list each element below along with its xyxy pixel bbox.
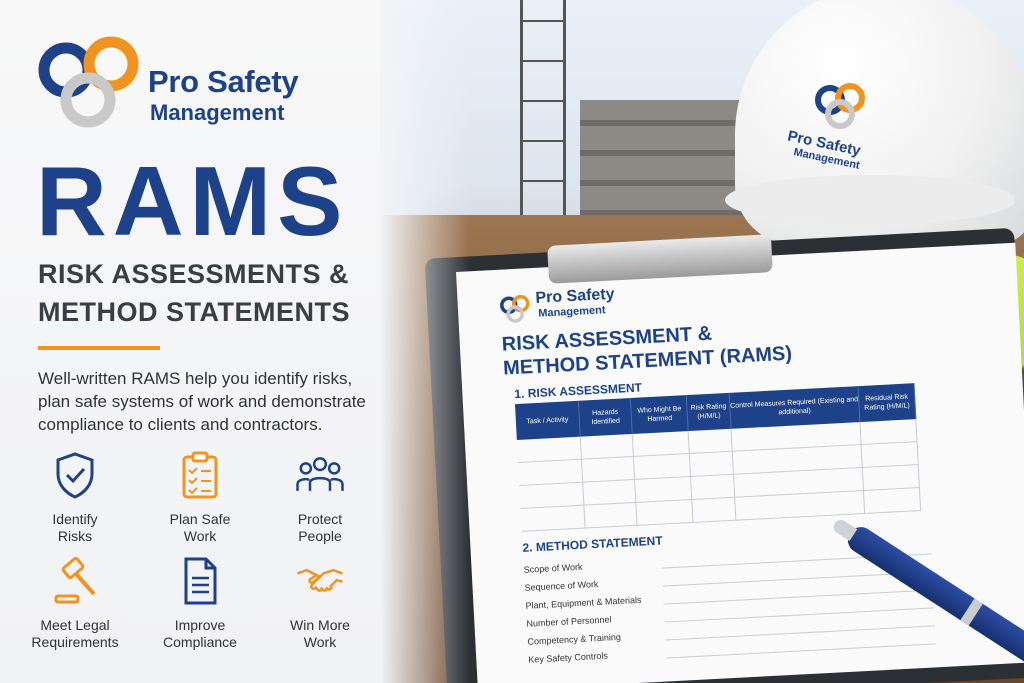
feature-meet-legal: Meet Legal Requirements [20,556,130,651]
gavel-icon [54,556,96,604]
feature-win-more-work: Win More Work [265,556,375,651]
form-brand-sub: Management [537,304,606,320]
col-residual: Residual Risk Rating (H/M/L) [858,383,917,423]
scene-photo: Pro Safety Management Pro Safety Managem… [380,0,1024,683]
headline: RAMS [36,146,349,256]
feature-label: Win More Work [290,617,350,650]
subheadline-line1: RISK ASSESSMENTS & [38,259,350,289]
field-plant: Plant, Equipment & Materials [525,594,642,611]
col-task: Task / Activity [514,400,581,441]
shield-check-icon [56,452,94,499]
field-controls: Key Safety Controls [528,650,609,665]
field-scope: Scope of Work [523,561,583,575]
subheadline-line2: METHOD STATEMENTS [38,297,350,327]
col-hazards: Hazards Identified [578,398,633,437]
accent-divider [38,346,160,350]
feature-label: Improve Compliance [163,617,237,650]
brand-logo-icon [38,36,139,128]
rams-form: Pro Safety Management RISK ASSESSMENT & … [456,242,1024,683]
form-logo-icon [500,294,530,323]
field-sequence: Sequence of Work [524,578,599,593]
feature-protect-people: Protect People [265,450,375,545]
document-icon [184,557,217,605]
risk-table: Task / Activity Hazards Identified Who M… [514,383,922,532]
col-risk: Risk Rating (H/M/L) [687,392,732,432]
feature-label: Meet Legal Requirements [31,617,119,650]
feature-label: Protect People [297,511,343,544]
form-section-method: 2. METHOD STATEMENT [522,533,663,555]
handshake-icon [297,568,343,592]
feature-label: Plan Safe Work [169,511,231,544]
feature-label: Identify Risks [52,511,98,544]
col-who: Who Might Be Harmed [631,395,690,434]
people-group-icon [296,457,344,491]
brand-name: Pro Safety [148,64,299,99]
field-competency: Competency & Training [527,631,622,647]
clipboard-checklist-icon [182,451,218,499]
scene-fade [380,0,470,683]
field-personnel: Number of Personnel [526,614,612,629]
feature-identify-risks: Identify Risks [20,450,130,545]
description: Well-written RAMS help you identify risk… [38,369,366,434]
brand-subtitle: Management [150,100,285,125]
hard-hat: Pro Safety Management [725,0,1024,245]
crane-tower [520,0,566,220]
feature-improve-compliance: Improve Compliance [145,556,255,651]
feature-plan-safe-work: Plan Safe Work [145,450,255,545]
